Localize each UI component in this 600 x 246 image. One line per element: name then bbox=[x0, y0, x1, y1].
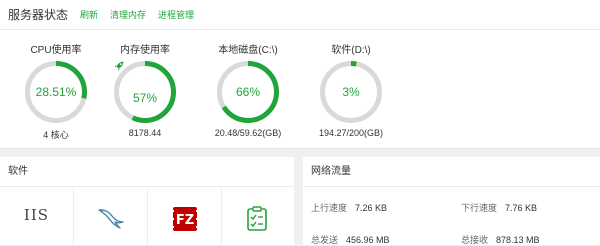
cpu-gauge-ring[interactable]: 28.51% bbox=[24, 60, 88, 124]
upload-speed-value: 7.26 KB bbox=[355, 203, 388, 213]
c-drive-gauge-label: 本地磁盘(C:\) bbox=[218, 45, 278, 56]
c-drive-gauge: 本地磁盘(C:\) 66% 20.48/59.62(GB) bbox=[194, 44, 302, 138]
download-speed: 下行速度 7.76 KB bbox=[461, 201, 537, 214]
software-panel: 软件 IIS FZ bbox=[0, 157, 294, 245]
download-speed-label: 下行速度 bbox=[461, 203, 498, 213]
network-traffic-panel: 网络流量 上行速度 7.26 KB 下行速度 7.76 KB 总发送 456.96 M… bbox=[303, 157, 600, 245]
total-received-label: 总接收 bbox=[461, 235, 489, 245]
software-item-task-manager[interactable] bbox=[222, 188, 294, 245]
upload-speed-label: 上行速度 bbox=[311, 203, 348, 213]
iis-icon: IIS bbox=[23, 206, 50, 224]
software-item-filezilla[interactable]: FZ bbox=[148, 188, 222, 245]
filezilla-icon-letters: FZ bbox=[175, 213, 193, 228]
total-sent: 总发送 456.96 MB bbox=[311, 233, 390, 246]
mysql-dolphin-icon bbox=[97, 209, 124, 229]
d-drive-gauge: 软件(D:\) 3% 194.27/200(GB) bbox=[297, 44, 405, 138]
task-checklist-icon bbox=[247, 206, 267, 231]
d-drive-gauge-value: 3% bbox=[342, 85, 360, 99]
memory-gauge-ring[interactable]: 57% bbox=[113, 60, 177, 124]
c-drive-gauge-ring[interactable]: 66% bbox=[216, 60, 280, 124]
clear-memory-link[interactable]: 清理内存 bbox=[110, 8, 146, 21]
d-drive-gauge-usage: 194.27/200(GB) bbox=[318, 128, 384, 138]
software-grid: IIS FZ bbox=[0, 188, 294, 245]
software-panel-title: 软件 bbox=[0, 157, 294, 187]
software-item-mysql[interactable] bbox=[74, 188, 148, 245]
network-traffic-title: 网络流量 bbox=[303, 157, 600, 187]
total-sent-label: 总发送 bbox=[311, 235, 339, 245]
memory-gauge-value: 57% bbox=[132, 91, 158, 105]
server-status-title: 服务器状态 bbox=[8, 8, 69, 22]
total-sent-value: 456.96 MB bbox=[346, 235, 390, 245]
process-management-link[interactable]: 进程管理 bbox=[158, 8, 194, 21]
upload-speed: 上行速度 7.26 KB bbox=[311, 201, 387, 214]
memory-gauge: 内存使用率 57% 8178.44 bbox=[91, 44, 199, 138]
server-status-panel: 服务器状态 刷新 清理内存 进程管理 CPU使用率 28.51% 4 核心 内存… bbox=[0, 0, 600, 149]
d-drive-gauge-ring[interactable]: 3% bbox=[319, 60, 383, 124]
total-received-value: 878.13 MB bbox=[496, 235, 540, 245]
total-received: 总接收 878.13 MB bbox=[461, 233, 540, 246]
cpu-gauge-value: 28.51% bbox=[35, 85, 77, 99]
server-status-header: 服务器状态 刷新 清理内存 进程管理 bbox=[0, 0, 600, 30]
c-drive-gauge-value: 66% bbox=[235, 85, 261, 99]
filezilla-icon: FZ bbox=[171, 207, 198, 231]
download-speed-value: 7.76 KB bbox=[505, 203, 538, 213]
refresh-link[interactable]: 刷新 bbox=[80, 8, 98, 21]
memory-gauge-label: 内存使用率 bbox=[120, 45, 170, 56]
software-item-iis[interactable]: IIS bbox=[0, 188, 74, 245]
c-drive-gauge-usage: 20.48/59.62(GB) bbox=[214, 128, 282, 138]
d-drive-gauge-label: 软件(D:\) bbox=[331, 45, 371, 56]
